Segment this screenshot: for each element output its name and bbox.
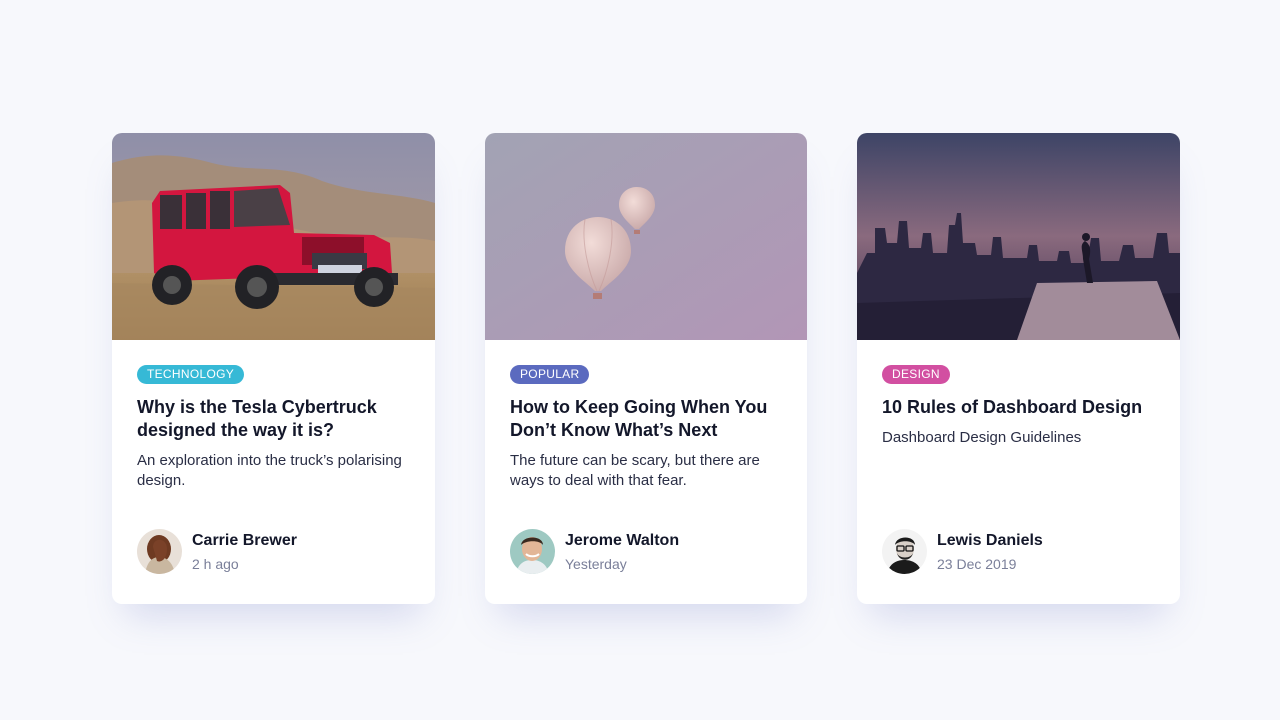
author-block[interactable]: Carrie Brewer 2 h ago bbox=[137, 529, 297, 574]
article-title[interactable]: How to Keep Going When You Don’t Know Wh… bbox=[510, 396, 787, 442]
article-card-popular[interactable]: POPULAR How to Keep Going When You Don’t… bbox=[485, 133, 807, 604]
card-content: TECHNOLOGY Why is the Tesla Cybertruck d… bbox=[137, 365, 415, 491]
article-card-technology[interactable]: TECHNOLOGY Why is the Tesla Cybertruck d… bbox=[112, 133, 435, 604]
hot-air-balloons-photo[interactable] bbox=[485, 133, 807, 340]
post-time: 2 h ago bbox=[192, 555, 239, 572]
article-title[interactable]: 10 Rules of Dashboard Design bbox=[882, 396, 1160, 419]
author-block[interactable]: Lewis Daniels 23 Dec 2019 bbox=[882, 529, 1043, 574]
article-description: An exploration into the truck’s polarisi… bbox=[137, 452, 402, 489]
article-description: Dashboard Design Guidelines bbox=[882, 429, 1082, 446]
post-time: 23 Dec 2019 bbox=[937, 555, 1017, 572]
category-tag[interactable]: DESIGN bbox=[882, 365, 950, 384]
category-tag[interactable]: POPULAR bbox=[510, 365, 590, 384]
card-content: DESIGN 10 Rules of Dashboard Design Dash… bbox=[882, 365, 1160, 448]
avatar[interactable] bbox=[510, 529, 555, 574]
author-name[interactable]: Carrie Brewer bbox=[192, 531, 297, 551]
avatar[interactable] bbox=[137, 529, 182, 574]
article-description: The future can be scary, but there are w… bbox=[510, 452, 760, 489]
card-list: TECHNOLOGY Why is the Tesla Cybertruck d… bbox=[112, 133, 1180, 604]
red-jeep-photo[interactable] bbox=[112, 133, 435, 340]
author-info: Jerome Walton Yesterday bbox=[565, 531, 679, 573]
avatar[interactable] bbox=[882, 529, 927, 574]
author-info: Lewis Daniels 23 Dec 2019 bbox=[937, 531, 1043, 573]
author-name[interactable]: Lewis Daniels bbox=[937, 531, 1043, 551]
author-info: Carrie Brewer 2 h ago bbox=[192, 531, 297, 573]
city-skyline-photo[interactable] bbox=[857, 133, 1180, 340]
author-block[interactable]: Jerome Walton Yesterday bbox=[510, 529, 679, 574]
category-tag[interactable]: TECHNOLOGY bbox=[137, 365, 245, 384]
post-time: Yesterday bbox=[565, 555, 627, 572]
author-name[interactable]: Jerome Walton bbox=[565, 531, 679, 551]
card-content: POPULAR How to Keep Going When You Don’t… bbox=[510, 365, 787, 491]
article-title[interactable]: Why is the Tesla Cybertruck designed the… bbox=[137, 396, 415, 442]
article-card-design[interactable]: DESIGN 10 Rules of Dashboard Design Dash… bbox=[857, 133, 1180, 604]
